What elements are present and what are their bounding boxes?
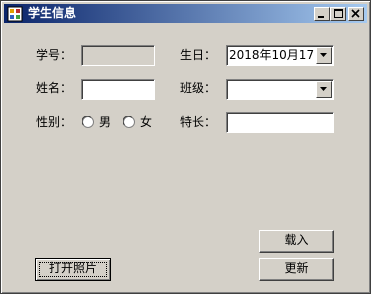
specialty-field[interactable] <box>226 112 334 133</box>
birthday-label: 生日： <box>180 48 217 62</box>
birthday-dropdown-button[interactable] <box>316 47 332 64</box>
minimize-icon <box>318 16 324 18</box>
chevron-down-icon <box>320 53 327 57</box>
window-title: 学生信息 <box>28 6 77 20</box>
student-id-field[interactable] <box>81 45 155 66</box>
name-label: 姓名： <box>36 81 73 95</box>
gender-male-radio[interactable] <box>82 116 94 128</box>
close-icon <box>351 9 360 18</box>
minimize-button[interactable] <box>314 7 330 21</box>
chevron-down-icon <box>320 87 327 91</box>
gender-female-label[interactable]: 女 <box>140 115 152 129</box>
maximize-button[interactable] <box>330 7 346 21</box>
title-bar[interactable]: 学生信息 <box>4 4 367 23</box>
close-button[interactable] <box>348 7 364 21</box>
student-id-label: 学号： <box>36 48 73 62</box>
load-button[interactable]: 载入 <box>259 230 334 253</box>
birthday-date-picker[interactable]: 2018年10月17日 <box>226 45 334 66</box>
app-form-icon <box>7 6 23 22</box>
name-field[interactable] <box>81 79 155 100</box>
gender-male-label[interactable]: 男 <box>99 115 111 129</box>
class-select[interactable] <box>226 79 334 100</box>
gender-label: 性别： <box>36 115 73 129</box>
specialty-label: 特长： <box>180 115 217 129</box>
gender-female-radio[interactable] <box>123 116 135 128</box>
birthday-value: 2018年10月17日 <box>229 48 327 62</box>
update-button[interactable]: 更新 <box>259 258 334 281</box>
maximize-icon <box>334 9 343 18</box>
student-info-window: 学生信息 学号： 姓名： 性别： 男 女 生日： 2018年10月17日 班级： <box>0 0 371 294</box>
class-dropdown-button[interactable] <box>316 81 332 98</box>
class-label: 班级： <box>180 81 217 95</box>
open-photo-button[interactable]: 打开照片 <box>35 258 111 281</box>
open-photo-label: 打开照片 <box>48 261 97 275</box>
